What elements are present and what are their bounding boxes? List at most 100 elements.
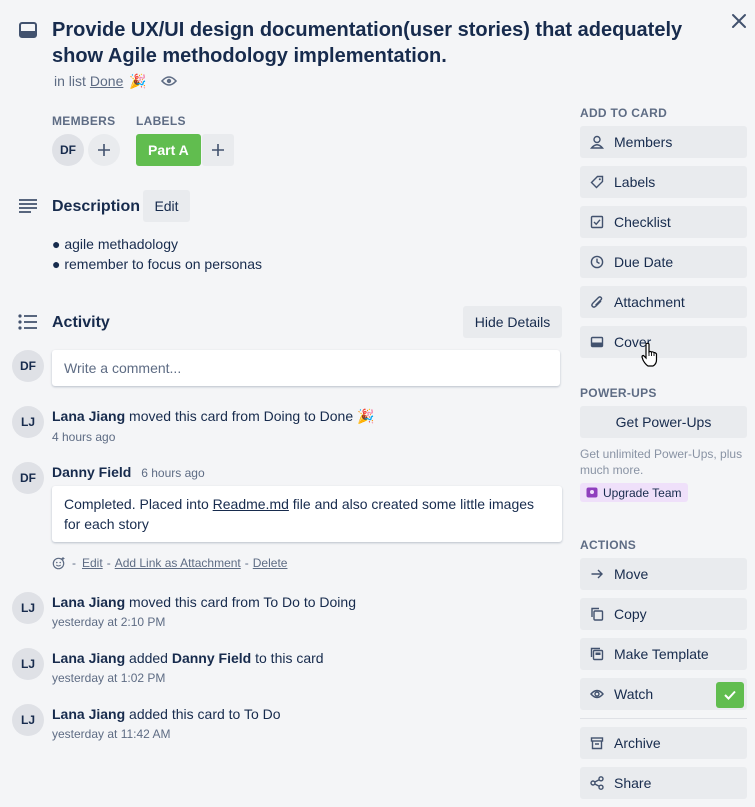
in-list-prefix: in list (54, 73, 86, 89)
make-template-button-label: Make Template (614, 646, 709, 662)
sidebar-divider (580, 718, 747, 719)
arrow-right-icon (590, 567, 604, 581)
hide-details-button[interactable]: Hide Details (463, 306, 562, 338)
separator: - (106, 556, 111, 570)
paperclip-icon (590, 295, 604, 309)
hand-cursor-icon (641, 342, 659, 368)
activity-avatar[interactable]: LJ (12, 592, 44, 624)
close-icon[interactable] (728, 10, 750, 32)
list-name-link[interactable]: Done (90, 72, 123, 90)
move-button-label: Move (614, 566, 649, 582)
copy-button-label: Copy (614, 606, 647, 622)
make-template-button[interactable]: Make Template (580, 638, 747, 670)
share-button[interactable]: Share (580, 767, 747, 799)
activity-time[interactable]: 6 hours ago (141, 466, 204, 480)
person-icon (590, 135, 604, 149)
activity-avatar[interactable]: DF (12, 462, 44, 494)
share-button-label: Share (614, 775, 652, 791)
add-reaction-icon[interactable] (52, 556, 66, 570)
activity-target-user[interactable]: Danny Field (172, 650, 251, 666)
activity-user[interactable]: Lana Jiang (52, 650, 125, 666)
add-member-button[interactable] (88, 134, 120, 166)
add-label-button[interactable] (202, 134, 234, 166)
checklist-button[interactable]: Checklist (580, 206, 747, 238)
description-line: ● remember to focus on personas (52, 256, 262, 272)
due-date-button[interactable]: Due Date (580, 246, 747, 278)
plus-icon (98, 144, 110, 156)
separator: - (72, 556, 76, 570)
activity-avatar[interactable]: LJ (12, 406, 44, 438)
add-to-card-heading: ADD TO CARD (580, 106, 668, 120)
activity-title: Activity (52, 314, 110, 331)
watch-checked-icon[interactable] (716, 682, 744, 708)
cover-icon (590, 335, 604, 349)
watch-button-label: Watch (614, 686, 654, 702)
share-icon (590, 776, 604, 790)
description-title: Description (52, 198, 141, 215)
clock-icon (590, 255, 604, 269)
actions-heading: ACTIONS (580, 538, 637, 552)
comment-header: Danny Field 6 hours ago (52, 463, 205, 481)
comment-text: Completed. Placed into (64, 496, 213, 512)
members-button[interactable]: Members (580, 126, 747, 158)
edit-comment-link[interactable]: Edit (82, 556, 103, 570)
activity-text: moved this card from Doing to Done (129, 408, 354, 424)
eye-icon (590, 687, 604, 701)
card-icon (18, 20, 38, 40)
party-emoji: 🎉 (357, 408, 375, 424)
copy-button[interactable]: Copy (580, 598, 747, 630)
template-icon (590, 647, 604, 661)
checklist-icon (590, 215, 604, 229)
activity-time[interactable]: yesterday at 1:02 PM (52, 670, 165, 686)
labels-button[interactable]: Labels (580, 166, 747, 198)
comment-body: Completed. Placed into Readme.md file an… (52, 486, 562, 542)
activity-entry: Lana Jiang added Danny Field to this car… (52, 649, 324, 667)
activity-avatar[interactable]: LJ (12, 648, 44, 680)
description-icon (18, 198, 38, 214)
card-title[interactable]: Provide UX/UI design documentation(user … (52, 17, 692, 69)
archive-button[interactable]: Archive (580, 727, 747, 759)
cover-button[interactable]: Cover (580, 326, 747, 358)
delete-comment-link[interactable]: Delete (253, 556, 288, 570)
edit-description-button[interactable]: Edit (143, 190, 190, 222)
labels-heading: LABELS (136, 114, 186, 128)
activity-user[interactable]: Lana Jiang (52, 594, 125, 610)
activity-user[interactable]: Lana Jiang (52, 706, 125, 722)
checklist-button-label: Checklist (614, 214, 671, 230)
members-heading: MEMBERS (52, 114, 116, 128)
party-emoji: 🎉 (129, 73, 147, 89)
activity-time[interactable]: 4 hours ago (52, 429, 115, 445)
description-line: ● agile methadology (52, 236, 178, 252)
power-ups-note: Get unlimited Power-Ups, plus much more. (580, 447, 743, 477)
comment-author-avatar: DF (12, 350, 44, 382)
archive-button-label: Archive (614, 735, 661, 751)
activity-text: to this card (255, 650, 324, 666)
upgrade-team-button[interactable]: Upgrade Team (580, 483, 688, 502)
member-avatar[interactable]: DF (52, 134, 84, 166)
get-power-ups-button[interactable]: Get Power-Ups (580, 406, 747, 438)
labels-button-label: Labels (614, 174, 656, 190)
members-button-label: Members (614, 134, 673, 150)
activity-user[interactable]: Lana Jiang (52, 408, 125, 424)
move-button[interactable]: Move (580, 558, 747, 590)
activity-text: added (129, 650, 168, 666)
add-link-attachment-link[interactable]: Add Link as Attachment (115, 556, 241, 570)
plus-icon (212, 144, 224, 156)
activity-entry: Lana Jiang moved this card from Doing to… (52, 407, 374, 425)
tag-icon (590, 175, 604, 189)
attachment-button-label: Attachment (614, 294, 685, 310)
activity-text: moved this card from To Do to Doing (129, 594, 356, 610)
activity-entry: Lana Jiang added this card to To Do (52, 705, 281, 723)
upgrade-team-label: Upgrade Team (603, 485, 682, 500)
activity-time[interactable]: yesterday at 2:10 PM (52, 614, 165, 630)
activity-time[interactable]: yesterday at 11:42 AM (52, 726, 171, 742)
readme-link[interactable]: Readme.md (213, 496, 289, 512)
activity-avatar[interactable]: LJ (12, 704, 44, 736)
activity-user[interactable]: Danny Field (52, 464, 131, 480)
power-ups-heading: POWER-UPS (580, 386, 657, 400)
activity-text: added this card to To Do (129, 706, 281, 722)
in-list-info: in list Done 🎉 (54, 72, 177, 90)
comment-input[interactable]: Write a comment... (52, 350, 560, 386)
label-chip[interactable]: Part A (136, 134, 201, 166)
attachment-button[interactable]: Attachment (580, 286, 747, 318)
